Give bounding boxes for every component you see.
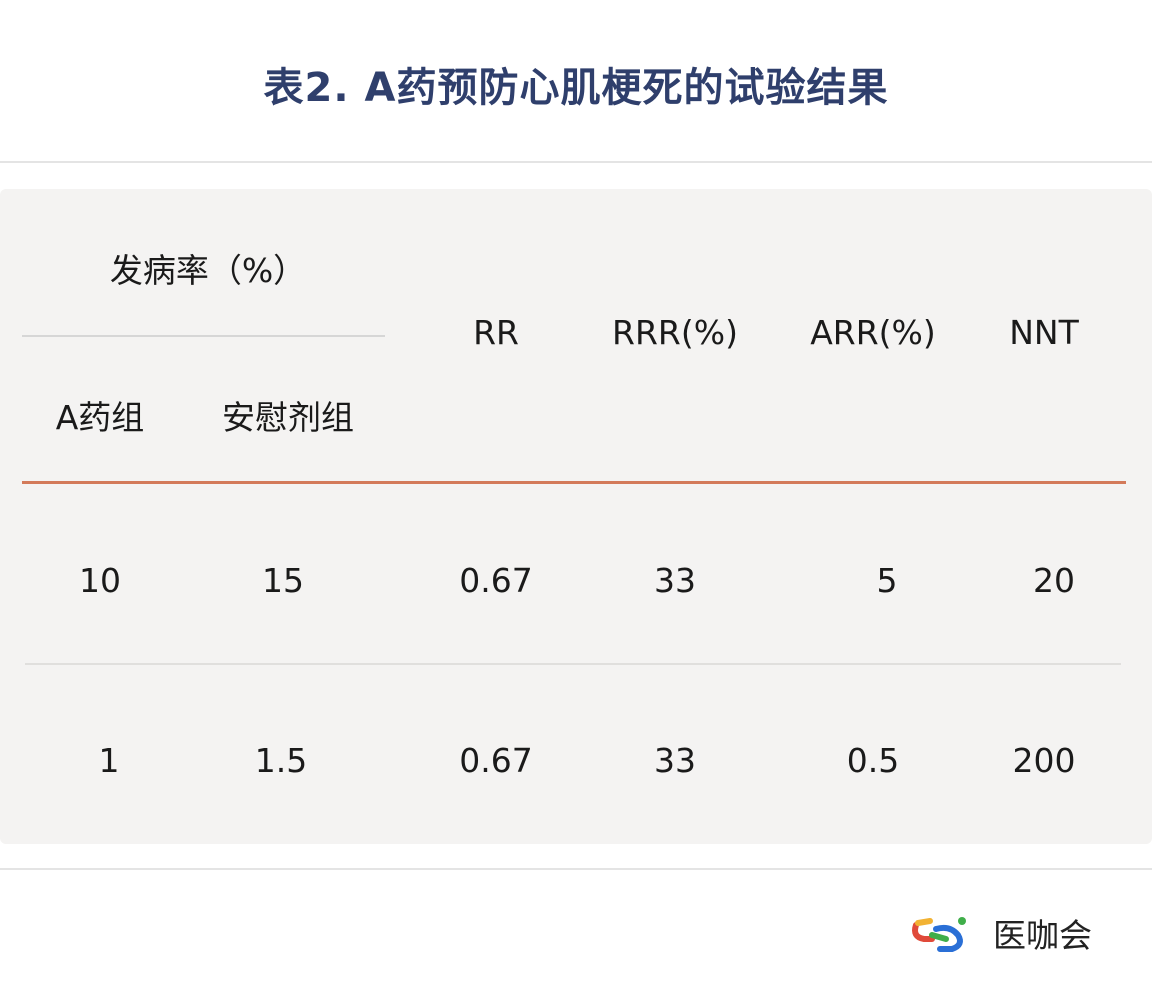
row2-a-drug: 1 xyxy=(98,741,120,780)
header-arr: ARR(%) xyxy=(810,313,936,352)
row1-nnt: 20 xyxy=(1033,561,1075,600)
header-a-drug-group: A药组 xyxy=(55,398,145,437)
row1-rrr: 33 xyxy=(654,561,696,600)
header-rr: RR xyxy=(473,313,519,352)
header-placebo-group: 安慰剂组 xyxy=(222,398,354,437)
row1-rr: 0.67 xyxy=(459,561,533,600)
header-group-divider xyxy=(22,335,385,337)
header-accent-divider xyxy=(22,481,1126,484)
header-incidence-group: 发病率（%） xyxy=(109,251,307,290)
row2-arr: 0.5 xyxy=(846,741,900,780)
table-title: 表2. A药预防心肌梗死的试验结果 xyxy=(263,65,889,111)
row2-nnt: 200 xyxy=(1012,741,1076,780)
row2-placebo: 1.5 xyxy=(254,741,308,780)
row1-arr: 5 xyxy=(876,561,898,600)
row2-rrr: 33 xyxy=(654,741,696,780)
link-chain-icon xyxy=(906,905,976,960)
header-rrr: RRR(%) xyxy=(612,313,738,352)
brand-name: 医咖会 xyxy=(993,916,1092,955)
row-divider xyxy=(25,663,1121,665)
bottom-divider xyxy=(0,868,1152,870)
row2-rr: 0.67 xyxy=(459,741,533,780)
row1-placebo: 15 xyxy=(262,561,304,600)
top-divider xyxy=(0,161,1152,163)
row1-a-drug: 10 xyxy=(79,561,121,600)
header-nnt: NNT xyxy=(1009,313,1079,352)
